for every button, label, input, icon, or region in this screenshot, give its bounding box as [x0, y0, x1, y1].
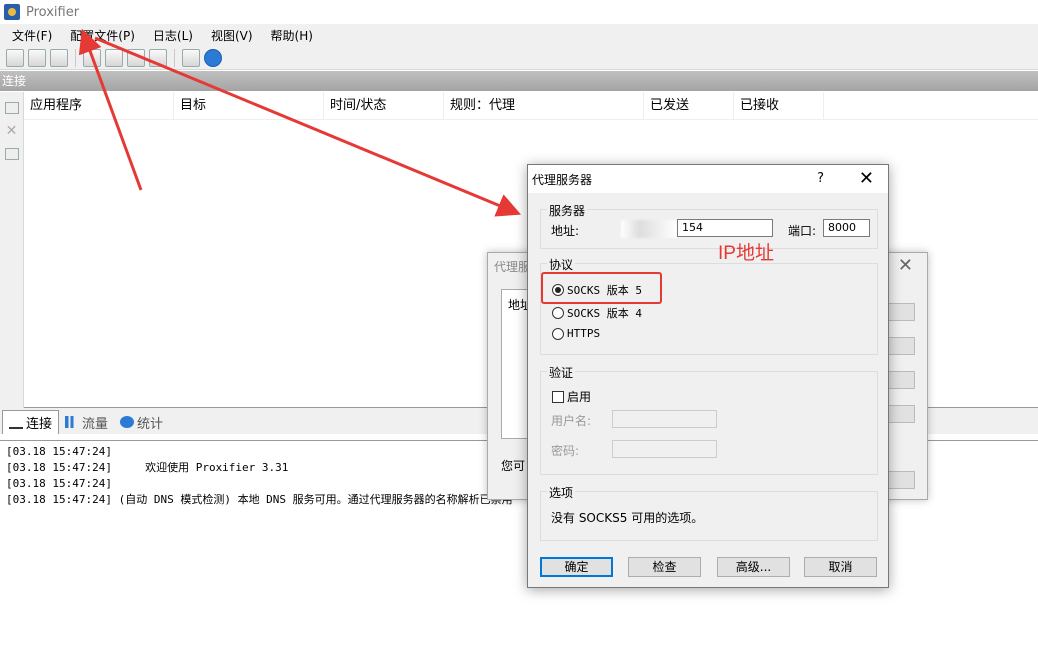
window-title: Proxifier: [26, 4, 80, 20]
column-time-status[interactable]: 时间/状态: [324, 92, 444, 119]
port-input[interactable]: 8000: [823, 219, 870, 237]
enable-auth-checkbox[interactable]: 启用: [552, 388, 591, 405]
ok-button[interactable]: 确定: [540, 557, 613, 577]
password-label: 密码:: [551, 444, 580, 458]
address-input[interactable]: 154: [677, 219, 773, 237]
close-icon[interactable]: ✕: [898, 255, 913, 276]
save-icon[interactable]: [127, 48, 145, 67]
proxy-servers-dialog-title: 代理服: [494, 260, 531, 274]
proxifier-logo-icon: [4, 4, 20, 20]
close-button[interactable]: [885, 471, 915, 489]
protocol-socks4[interactable]: SOCKS 版本 4: [552, 305, 642, 321]
rules-icon[interactable]: [50, 48, 68, 67]
remove-button[interactable]: [885, 371, 915, 389]
print-icon[interactable]: [182, 48, 200, 67]
enable-auth-label: 启用: [567, 390, 592, 404]
menubar: 文件(F) 配置文件(P) 日志(L) 视图(V) 帮助(H): [0, 24, 1038, 46]
close-connection-icon[interactable]: ✕: [5, 124, 19, 138]
redacted-address: [621, 220, 677, 238]
check-button[interactable]: 检查: [628, 557, 701, 577]
toolbar: [0, 46, 1038, 70]
port-label: 端口:: [788, 224, 817, 238]
column-application[interactable]: 应用程序: [24, 92, 174, 119]
tab-connections[interactable]: 连接: [2, 410, 60, 434]
tab-statistics[interactable]: 统计: [114, 410, 169, 434]
check-button[interactable]: [885, 405, 915, 423]
username-label: 用户名:: [551, 414, 592, 428]
advanced-button[interactable]: 高级...: [717, 557, 790, 577]
connections-header: 连接: [0, 71, 1038, 91]
import-icon[interactable]: [149, 48, 167, 67]
proxy-server-dialog: 代理服务器 ? ✕ 服务器 地址: 154 端口: 8000 协议 SOCKS …: [527, 164, 889, 588]
annotation-highlight-box: [541, 272, 662, 304]
traffic-chart-icon: [65, 416, 80, 428]
options-group-label: 选项: [547, 484, 576, 501]
connections-icon: [9, 417, 23, 429]
toolbar-separator: [174, 48, 175, 67]
options-text: 没有 SOCKS5 可用的选项。: [551, 511, 704, 525]
left-rail: ✕: [0, 92, 24, 408]
password-input[interactable]: [612, 440, 717, 458]
protocol-https[interactable]: HTTPS: [552, 327, 600, 340]
add-button[interactable]: [885, 303, 915, 321]
options-group: 选项 没有 SOCKS5 可用的选项。: [540, 484, 878, 541]
menu-profile[interactable]: 配置文件(P): [64, 27, 141, 44]
help-icon[interactable]: [204, 48, 222, 67]
column-received[interactable]: 已接收: [734, 92, 824, 119]
radio-unchecked-icon: [552, 327, 564, 340]
help-button[interactable]: ?: [817, 171, 824, 186]
tab-connections-label: 连接: [26, 417, 53, 432]
radio-unchecked-icon: [552, 307, 564, 319]
cancel-button[interactable]: 取消: [804, 557, 877, 577]
details-icon[interactable]: [4, 148, 19, 160]
open-icon[interactable]: [105, 48, 123, 67]
menu-log[interactable]: 日志(L): [147, 27, 199, 44]
dialog-title: 代理服务器: [532, 172, 593, 187]
menu-file[interactable]: 文件(F): [6, 27, 58, 44]
column-target[interactable]: 目标: [174, 92, 324, 119]
dialog-titlebar: 代理服务器 ? ✕: [528, 165, 888, 193]
proxy-servers-icon[interactable]: [28, 48, 46, 67]
profile-icon[interactable]: [6, 48, 24, 67]
close-icon[interactable]: ✕: [859, 168, 874, 189]
list-view-icon[interactable]: [4, 102, 19, 114]
authentication-group: 验证 启用 用户名: 密码:: [540, 364, 878, 475]
new-icon[interactable]: [83, 48, 101, 67]
column-sent[interactable]: 已发送: [644, 92, 734, 119]
menu-help[interactable]: 帮助(H): [265, 27, 319, 44]
pie-chart-icon: [120, 416, 135, 428]
table-header: 应用程序 目标 时间/状态 规则：代理 已发送 已接收: [24, 92, 1038, 120]
protocol-group-label: 协议: [547, 256, 576, 273]
toolbar-separator: [75, 48, 76, 67]
protocol-https-label: HTTPS: [567, 327, 601, 340]
menu-view[interactable]: 视图(V): [205, 27, 259, 44]
tab-traffic[interactable]: 流量: [59, 410, 114, 434]
column-rule-proxy[interactable]: 规则：代理: [444, 92, 644, 119]
tab-traffic-label: 流量: [82, 416, 109, 432]
authentication-group-label: 验证: [547, 364, 576, 381]
annotation-label: IP地址: [718, 243, 774, 264]
username-input[interactable]: [612, 410, 717, 428]
address-label: 地址:: [551, 224, 580, 238]
checkbox-unchecked-icon: [552, 390, 564, 403]
server-group: 服务器 地址: 154 端口: 8000: [540, 202, 878, 249]
edit-button[interactable]: [885, 337, 915, 355]
protocol-socks4-label: SOCKS 版本 4: [567, 307, 642, 320]
tab-statistics-label: 统计: [137, 416, 164, 432]
window-titlebar: Proxifier: [0, 0, 1038, 24]
server-group-label: 服务器: [547, 202, 588, 219]
proxy-servers-note: 您可: [501, 459, 526, 473]
